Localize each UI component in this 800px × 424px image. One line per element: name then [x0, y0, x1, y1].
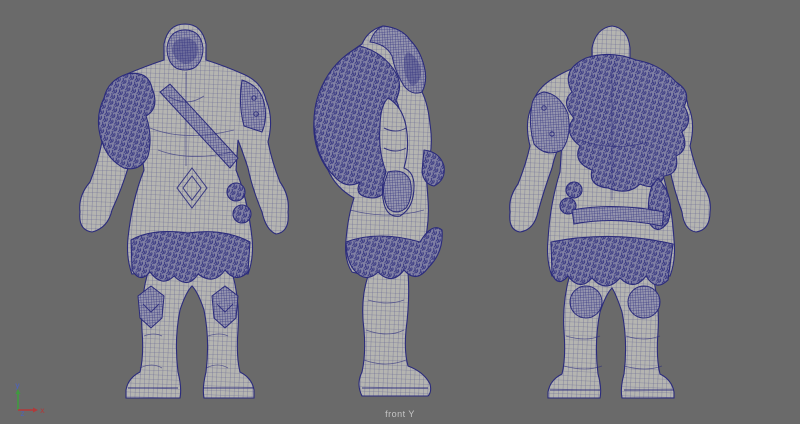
model-character-side[interactable] — [313, 25, 445, 397]
3d-viewport[interactable]: y x z front Y — [0, 0, 800, 424]
front-hip-pouch[interactable] — [226, 182, 246, 202]
model-character-front[interactable] — [79, 23, 289, 399]
wireframe-scene — [79, 23, 711, 399]
back-hip-pouch[interactable] — [565, 181, 583, 199]
axis-gizmo: y x z — [15, 381, 45, 418]
axis-y-label: y — [15, 381, 20, 390]
axis-z-label: z — [20, 409, 25, 418]
back-left-knee-guard[interactable] — [569, 285, 603, 319]
front-right-shoulder-plate[interactable] — [239, 79, 267, 133]
front-body[interactable] — [79, 23, 289, 399]
axis-x-arrowhead — [33, 407, 38, 413]
back-right-knee-guard[interactable] — [627, 285, 661, 319]
side-front-pouch[interactable] — [421, 149, 445, 187]
model-character-back[interactable] — [509, 25, 711, 399]
front-hip-pouch[interactable] — [232, 204, 252, 224]
camera-label: front Y — [385, 409, 415, 419]
axis-x-label: x — [40, 406, 45, 415]
side-hand[interactable] — [383, 170, 412, 213]
